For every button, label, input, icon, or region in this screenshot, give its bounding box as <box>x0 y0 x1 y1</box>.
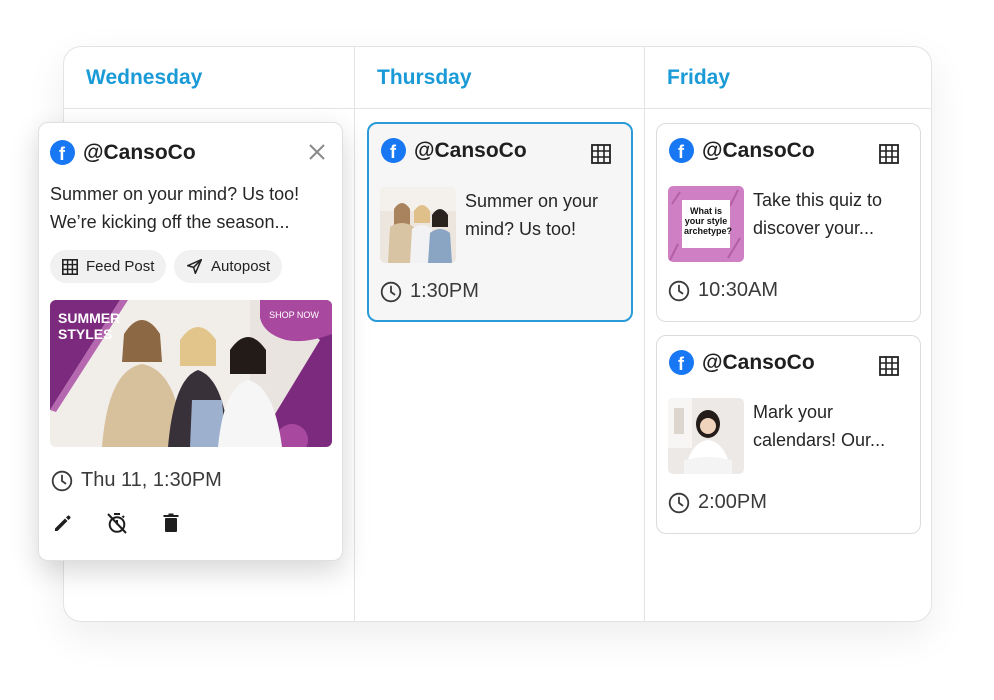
post-thumbnail: What is your style archetype? <box>668 186 744 262</box>
column-header-wednesday: Wednesday <box>64 47 354 109</box>
post-text: Mark your calendars! Our... <box>753 402 886 450</box>
post-text: Summer on your mind? Us too! <box>465 191 599 239</box>
account-handle: @CansoCo <box>83 140 196 164</box>
post-thumbnail <box>668 398 744 474</box>
shop-now-label: SHOP NOW <box>269 310 319 320</box>
clock-icon <box>668 492 690 513</box>
clock-icon <box>51 470 73 491</box>
feed-post-chip[interactable]: Feed Post <box>50 250 167 283</box>
account-handle: @CansoCo <box>702 138 815 162</box>
trash-icon[interactable] <box>159 511 183 535</box>
column-friday: Friday f @CansoCo What is your style arc… <box>644 47 931 621</box>
banner-headline: SUMMER STYLES <box>58 310 121 342</box>
chip-label: Autopost <box>211 258 271 275</box>
thumbnail-caption: What is your style archetype? <box>684 206 733 236</box>
column-thursday: Thursday f @CansoCo Summer on your mind?… <box>354 47 645 621</box>
popup-header: f @CansoCo <box>50 140 196 165</box>
post-time: 2:00PM <box>668 491 767 514</box>
post-detail-popup[interactable]: f @CansoCo Summer on your mind? Us too! … <box>38 122 343 561</box>
grid-icon <box>591 144 611 164</box>
card-header: f @CansoCo <box>669 138 815 163</box>
facebook-icon: f <box>381 138 406 163</box>
grid-icon <box>879 144 899 164</box>
time-label: Thu 11, 1:30PM <box>81 469 222 491</box>
clock-icon <box>380 281 402 302</box>
grid-icon <box>879 356 899 376</box>
card-header: f @CansoCo <box>381 138 527 163</box>
timer-off-icon[interactable] <box>105 511 129 535</box>
card-header: f @CansoCo <box>669 350 815 375</box>
edit-icon[interactable] <box>51 511 75 535</box>
account-handle: @CansoCo <box>414 138 527 162</box>
post-actions <box>51 511 213 535</box>
account-handle: @CansoCo <box>702 350 815 374</box>
post-thumbnail <box>380 187 456 263</box>
facebook-icon: f <box>669 138 694 163</box>
autopost-chip[interactable]: Autopost <box>174 250 283 283</box>
scheduled-time: Thu 11, 1:30PM <box>51 469 222 492</box>
post-card-friday-1[interactable]: f @CansoCo What is your style archetype?… <box>656 123 921 322</box>
column-header-friday: Friday <box>645 47 931 109</box>
send-icon <box>186 258 203 275</box>
time-label: 2:00PM <box>698 491 767 513</box>
post-time: 10:30AM <box>668 279 778 302</box>
post-image: SUMMER STYLES SHOP NOW <box>50 300 332 447</box>
column-header-thursday: Thursday <box>355 47 645 109</box>
close-icon[interactable] <box>308 143 326 161</box>
post-text: Take this quiz to discover your... <box>753 190 883 238</box>
facebook-icon: f <box>50 140 75 165</box>
time-label: 1:30PM <box>410 280 479 302</box>
post-card-friday-2[interactable]: f @CansoCo Mark your calendars! Our... 2… <box>656 335 921 534</box>
clock-icon <box>668 280 690 301</box>
time-label: 10:30AM <box>698 279 779 301</box>
post-text: Summer on your mind? Us too! We’re kicki… <box>50 184 300 232</box>
post-card-thursday[interactable]: f @CansoCo Summer on your mind? Us too! … <box>367 122 633 322</box>
post-time: 1:30PM <box>380 280 479 303</box>
facebook-icon: f <box>669 350 694 375</box>
chip-label: Feed Post <box>86 258 155 275</box>
grid-icon <box>62 258 78 275</box>
